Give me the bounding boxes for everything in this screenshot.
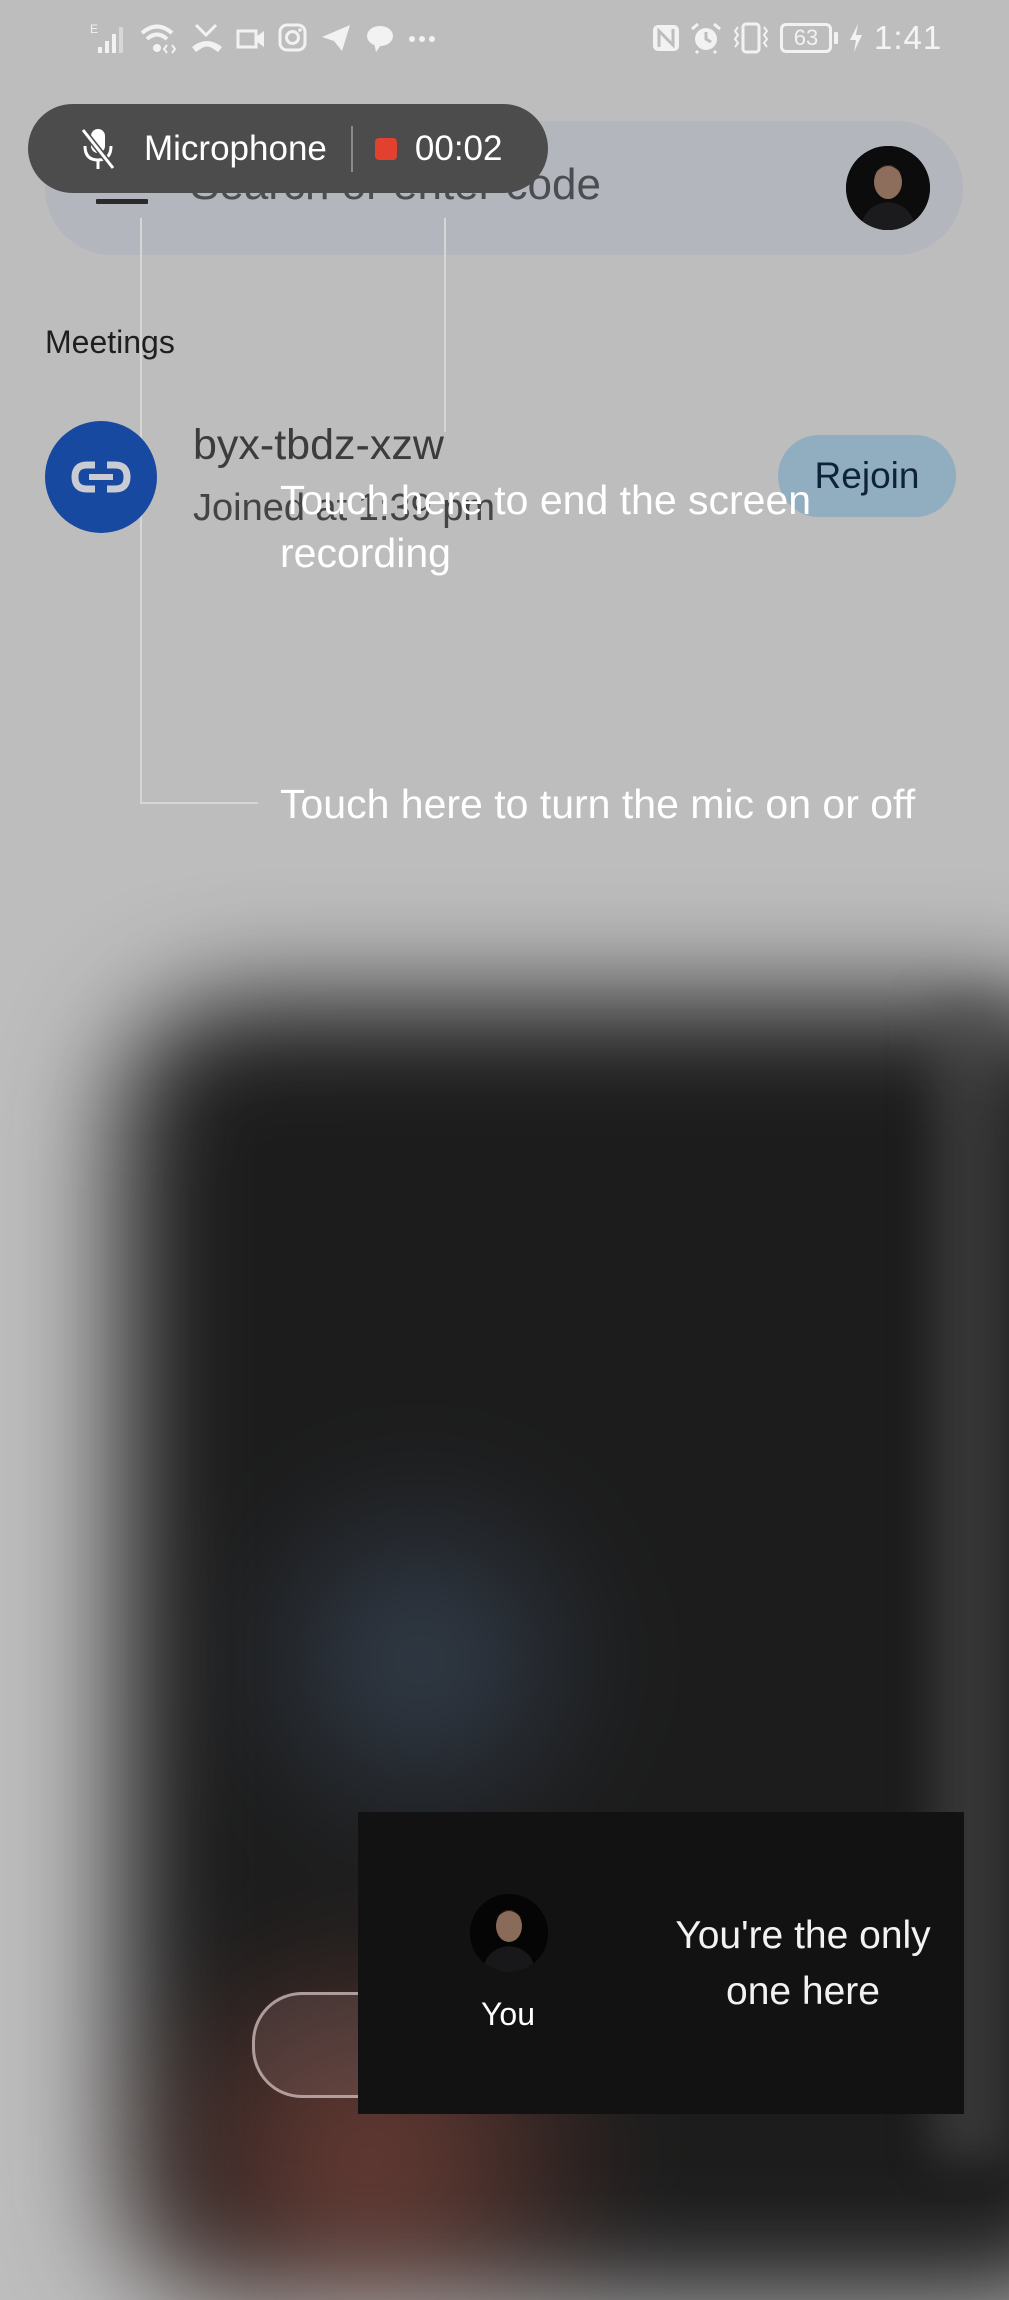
self-avatar-photo	[470, 1894, 548, 1972]
alone-message: You're the only one here	[675, 1914, 931, 2013]
meeting-link-avatar[interactable]	[45, 421, 157, 533]
video-camera-icon	[236, 21, 266, 55]
status-left-icons: E	[88, 18, 436, 58]
alarm-icon	[690, 21, 722, 55]
battery-level: 63	[780, 23, 832, 53]
self-label: You	[481, 1996, 535, 2032]
self-avatar	[470, 1894, 548, 1972]
instagram-icon	[278, 21, 308, 55]
status-bar: E 63 1:41	[0, 0, 1009, 75]
status-right-icons: 63 1:41	[652, 18, 942, 58]
more-notifications-icon	[408, 21, 436, 55]
microphone-label[interactable]: Microphone	[144, 129, 327, 169]
vibrate-icon	[732, 21, 770, 55]
screen-recording-pill[interactable]: Microphone 00:02	[28, 104, 548, 193]
charging-icon	[848, 21, 864, 55]
missed-call-icon	[190, 21, 224, 55]
hint-end-recording: Touch here to end the screen recording	[280, 477, 812, 576]
meeting-code[interactable]: byx-tbdz-xzw	[193, 421, 444, 470]
nfc-icon	[652, 21, 680, 55]
signal-icon: E	[88, 21, 128, 55]
wifi-icon	[140, 21, 178, 55]
mic-off-icon[interactable]	[80, 126, 116, 172]
meetings-section-title: Meetings	[45, 324, 175, 360]
guide-line-mic-horizontal	[140, 802, 258, 804]
link-icon	[71, 461, 131, 493]
status-time: 1:41	[874, 19, 943, 56]
pill-divider	[350, 125, 353, 172]
avatar-photo	[846, 146, 930, 230]
account-avatar[interactable]	[846, 146, 930, 230]
chat-bubble-icon	[364, 21, 396, 55]
recording-timer: 00:02	[414, 128, 503, 168]
guide-line-stop-vertical	[444, 218, 446, 432]
stop-recording-icon[interactable]	[374, 137, 397, 160]
hint-toggle-mic: Touch here to turn the mic on or off	[280, 781, 916, 827]
telegram-icon	[320, 21, 352, 55]
network-type: E	[90, 22, 98, 36]
battery-icon: 63	[780, 23, 838, 53]
self-view-tile[interactable]: You You're the only one here	[358, 1812, 964, 2114]
